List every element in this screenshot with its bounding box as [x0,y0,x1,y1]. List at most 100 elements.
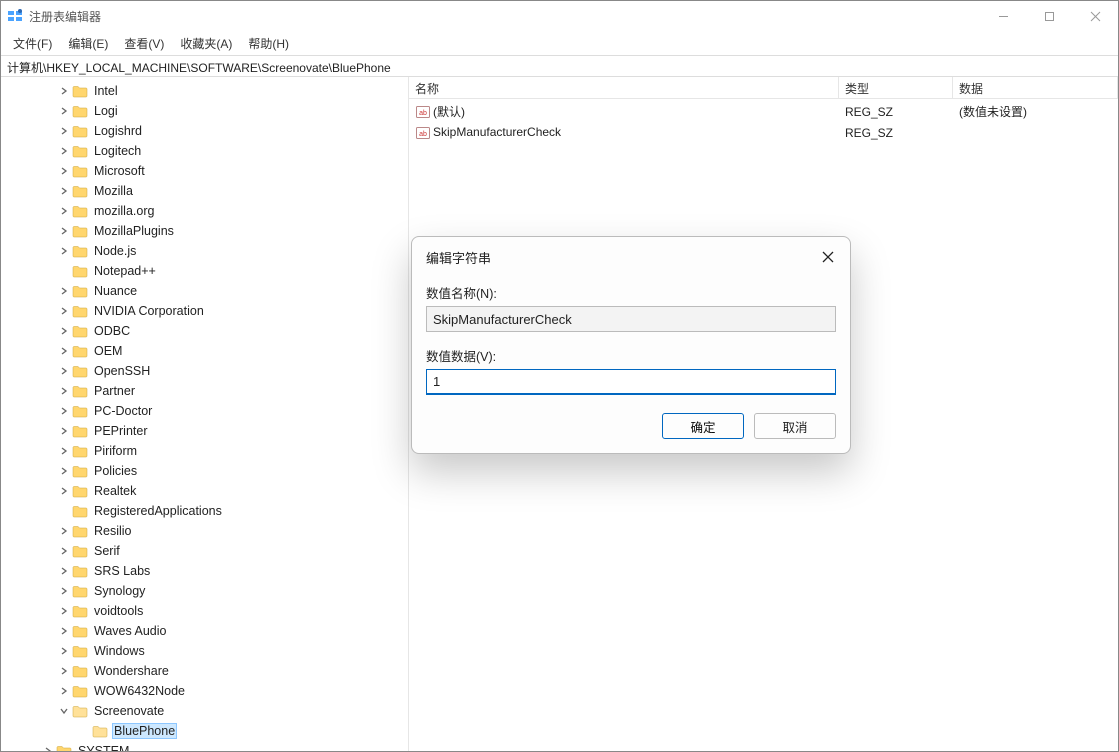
tree-item[interactable]: SRS Labs [1,561,408,581]
chevron-right-icon[interactable] [57,124,71,138]
chevron-right-icon[interactable] [57,324,71,338]
tree-item[interactable]: mozilla.org [1,201,408,221]
chevron-right-icon [57,504,71,518]
tree-item-label: Node.js [92,243,138,259]
tree-item[interactable]: Nuance [1,281,408,301]
tree-item[interactable]: Intel [1,81,408,101]
column-type[interactable]: 类型 [839,77,953,98]
tree-item[interactable]: Logitech [1,141,408,161]
close-button[interactable] [1072,1,1118,31]
column-data[interactable]: 数据 [953,77,1118,98]
tree-item[interactable]: Notepad++ [1,261,408,281]
chevron-right-icon[interactable] [57,584,71,598]
menu-favorites[interactable]: 收藏夹(A) [172,32,240,55]
tree-item[interactable]: Policies [1,461,408,481]
address-bar[interactable]: 计算机\HKEY_LOCAL_MACHINE\SOFTWARE\Screenov… [1,55,1118,77]
chevron-right-icon[interactable] [57,644,71,658]
chevron-right-icon[interactable] [57,604,71,618]
tree-item[interactable]: BluePhone [1,721,408,741]
chevron-right-icon[interactable] [57,664,71,678]
tree-item[interactable]: voidtools [1,601,408,621]
column-name[interactable]: 名称 [409,77,839,98]
menu-view[interactable]: 查看(V) [116,32,172,55]
tree-item[interactable]: SYSTEM [1,741,408,751]
tree-item[interactable]: Logi [1,101,408,121]
tree-item[interactable]: ODBC [1,321,408,341]
tree-item-label: BluePhone [112,723,177,739]
tree-item[interactable]: PEPrinter [1,421,408,441]
tree-item[interactable]: Serif [1,541,408,561]
tree-item[interactable]: Wondershare [1,661,408,681]
window-title: 注册表编辑器 [29,8,980,25]
menubar: 文件(F) 编辑(E) 查看(V) 收藏夹(A) 帮助(H) [1,31,1118,55]
tree-item[interactable]: OpenSSH [1,361,408,381]
tree-item-label: ODBC [92,323,132,339]
chevron-right-icon[interactable] [57,244,71,258]
chevron-right-icon[interactable] [57,624,71,638]
tree-item[interactable]: MozillaPlugins [1,221,408,241]
tree-item[interactable]: Synology [1,581,408,601]
chevron-right-icon[interactable] [57,524,71,538]
chevron-down-icon[interactable] [57,704,71,718]
menu-file[interactable]: 文件(F) [5,32,60,55]
chevron-right-icon[interactable] [41,744,55,751]
tree-item[interactable]: Piriform [1,441,408,461]
chevron-right-icon[interactable] [57,364,71,378]
tree-item-label: OpenSSH [92,363,152,379]
maximize-button[interactable] [1026,1,1072,31]
tree-item-label: Microsoft [92,163,147,179]
tree-item[interactable]: Resilio [1,521,408,541]
chevron-right-icon[interactable] [57,144,71,158]
chevron-right-icon[interactable] [57,424,71,438]
chevron-right-icon[interactable] [57,444,71,458]
tree-item-label: OEM [92,343,124,359]
string-value-icon: ab [415,125,431,141]
tree-item[interactable]: Logishrd [1,121,408,141]
chevron-right-icon[interactable] [57,404,71,418]
tree-item-label: Logi [92,103,120,119]
chevron-right-icon[interactable] [57,184,71,198]
tree-item[interactable]: NVIDIA Corporation [1,301,408,321]
chevron-right-icon[interactable] [57,544,71,558]
tree-item[interactable]: WOW6432Node [1,681,408,701]
tree-item-label: Resilio [92,523,134,539]
minimize-button[interactable] [980,1,1026,31]
tree-item[interactable]: RegisteredApplications [1,501,408,521]
chevron-right-icon[interactable] [57,164,71,178]
chevron-right-icon[interactable] [57,224,71,238]
chevron-right-icon[interactable] [57,84,71,98]
menu-edit[interactable]: 编辑(E) [60,32,116,55]
value-row[interactable]: abSkipManufacturerCheckREG_SZ [409,122,1118,143]
tree-item-label: Windows [92,643,147,659]
tree-item-label: PEPrinter [92,423,150,439]
chevron-right-icon[interactable] [57,464,71,478]
menu-help[interactable]: 帮助(H) [240,32,297,55]
tree-item[interactable]: Realtek [1,481,408,501]
chevron-right-icon[interactable] [57,104,71,118]
chevron-right-icon[interactable] [57,304,71,318]
chevron-right-icon[interactable] [57,484,71,498]
tree-item[interactable]: Windows [1,641,408,661]
tree-item[interactable]: Mozilla [1,181,408,201]
tree-item-label: Realtek [92,483,138,499]
chevron-right-icon[interactable] [57,384,71,398]
tree-item[interactable]: Node.js [1,241,408,261]
tree-item-label: Wondershare [92,663,171,679]
chevron-right-icon[interactable] [57,284,71,298]
tree-item[interactable]: Microsoft [1,161,408,181]
chevron-right-icon[interactable] [57,204,71,218]
tree-item[interactable]: Screenovate [1,701,408,721]
string-value-icon: ab [415,104,431,120]
tree-pane[interactable]: Intel Logi LogishrdLogitech Microsoft Mozill… [1,77,409,751]
value-row[interactable]: ab(默认)REG_SZ(数值未设置) [409,101,1118,122]
svg-text:ab: ab [419,131,427,138]
tree-item[interactable]: PC-Doctor [1,401,408,421]
tree-item[interactable]: Partner [1,381,408,401]
chevron-right-icon[interactable] [57,684,71,698]
tree-item-label: Mozilla [92,183,135,199]
chevron-right-icon[interactable] [57,344,71,358]
tree-item[interactable]: OEM [1,341,408,361]
tree-item-label: PC-Doctor [92,403,154,419]
chevron-right-icon[interactable] [57,564,71,578]
tree-item[interactable]: Waves Audio [1,621,408,641]
